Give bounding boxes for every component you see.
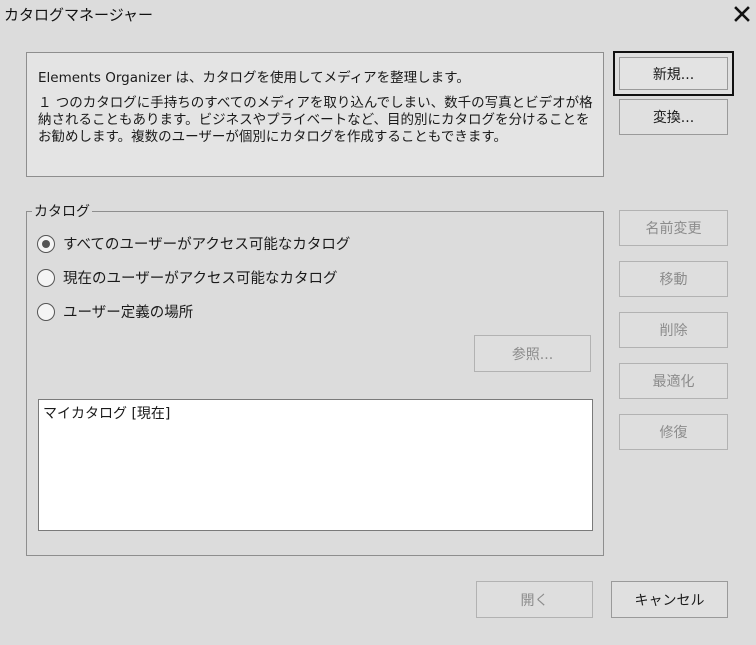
radio-custom-location[interactable]: ユーザー定義の場所 — [37, 301, 193, 322]
radio-button-checked[interactable] — [37, 234, 55, 253]
radio-current-user-label: 現在のユーザーがアクセス可能なカタログ — [63, 271, 338, 287]
radio-button[interactable] — [37, 302, 55, 321]
open-button[interactable]: 開く — [476, 581, 593, 618]
info-description: Elements Organizer は、カタログを使用してメディアを整理します… — [38, 70, 470, 86]
optimize-button[interactable]: 最適化 — [619, 363, 728, 399]
close-icon — [734, 6, 750, 22]
new-button-face: 新規... — [619, 57, 728, 90]
move-button[interactable]: 移動 — [619, 261, 728, 297]
radio-current-user[interactable]: 現在のユーザーがアクセス可能なカタログ — [37, 267, 337, 288]
delete-button[interactable]: 削除 — [619, 312, 728, 348]
repair-button[interactable]: 修復 — [619, 414, 728, 450]
radio-all-users-label: すべてのユーザーがアクセス可能なカタログ — [63, 237, 351, 253]
cancel-button[interactable]: キャンセル — [611, 581, 728, 618]
catalog-group-label: カタログ — [32, 201, 92, 221]
rename-button[interactable]: 名前変更 — [619, 210, 728, 246]
browse-button[interactable]: 参照... — [474, 335, 591, 372]
new-button-label: 新規... — [652, 66, 695, 83]
info-panel: Elements Organizer は、カタログを使用してメディアを整理します… — [26, 52, 604, 177]
radio-custom-location-label: ユーザー定義の場所 — [63, 305, 194, 321]
catalog-list[interactable]: マイカタログ [現在] — [38, 399, 593, 531]
title-bar: カタログマネージャー — [0, 0, 756, 28]
radio-button[interactable] — [37, 268, 55, 287]
radio-all-users[interactable]: すべてのユーザーがアクセス可能なカタログ — [37, 233, 350, 254]
list-item[interactable]: マイカタログ [現在] — [43, 403, 170, 423]
new-button[interactable]: 新規... — [613, 51, 734, 96]
close-button[interactable] — [728, 0, 756, 28]
convert-button[interactable]: 変換... — [619, 99, 728, 135]
window-title: カタログマネージャー — [4, 6, 153, 24]
info-paragraph: １ つのカタログに手持ちのすべてのメディアを取り込んでしまい、数千の写真とビデオ… — [38, 95, 593, 145]
